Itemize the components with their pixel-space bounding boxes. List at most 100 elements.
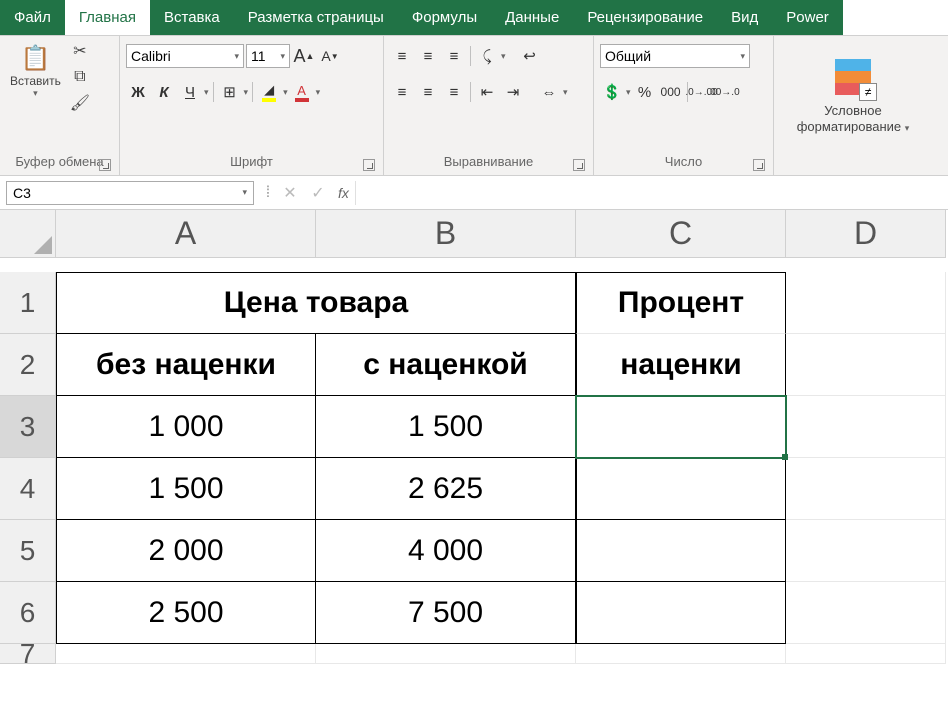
cell-c5[interactable] [576,520,786,582]
cell-a3[interactable]: 1 000 [56,396,316,458]
dialog-launcher-icon[interactable] [573,159,585,171]
font-size-select[interactable]: 11▾ [246,44,290,68]
tab-review[interactable]: Рецензирование [573,0,717,35]
orientation-button[interactable]: ⤹ [475,44,499,68]
chevron-down-icon[interactable]: ▾ [204,87,209,98]
row-header-4[interactable]: 4 [0,458,56,520]
cell-c4[interactable] [576,458,786,520]
select-all-corner[interactable] [0,210,56,258]
column-header-d[interactable]: D [786,210,946,258]
italic-button[interactable]: К [152,80,176,104]
cell-d5[interactable] [786,520,946,582]
formula-input[interactable] [355,181,948,205]
cell-a6[interactable]: 2 500 [56,582,316,644]
tab-formulas[interactable]: Формулы [398,0,491,35]
brush-icon: 🖌 [70,93,90,113]
align-middle-button[interactable]: ≡ [416,44,440,68]
decrease-font-button[interactable]: A▼ [318,44,342,68]
cell-c3[interactable] [576,396,786,458]
conditional-formatting-icon [835,59,871,95]
wrap-text-button[interactable]: ↩ [518,44,542,68]
check-icon: ✓ [311,185,324,202]
dialog-launcher-icon[interactable] [99,159,111,171]
tab-power[interactable]: Power [772,0,843,35]
cell-a7[interactable] [56,644,316,664]
row-header-7[interactable]: 7 [0,644,56,664]
cell-c2[interactable]: наценки [576,334,786,396]
copy-icon: ⧉ [74,68,85,86]
row-header-1[interactable]: 1 [0,272,56,334]
cell-c6[interactable] [576,582,786,644]
cell-d7[interactable] [786,644,946,664]
fx-icon[interactable]: fx [332,185,355,201]
cell-d1[interactable] [786,272,946,334]
conditional-formatting-button[interactable]: Условное форматирование ▾ [793,101,914,136]
font-color-button[interactable]: A [290,80,314,104]
number-format-select[interactable]: Общий▾ [600,44,750,68]
column-header-c[interactable]: C [576,210,786,258]
cell-b5[interactable]: 4 000 [316,520,576,582]
cell-b6[interactable]: 7 500 [316,582,576,644]
cell-d2[interactable] [786,334,946,396]
tab-view[interactable]: Вид [717,0,772,35]
increase-font-button[interactable]: A▲ [292,44,316,68]
cell-d6[interactable] [786,582,946,644]
paste-button[interactable]: 📋 Вставить ▾ [6,40,65,101]
percent-button[interactable]: % [633,80,657,104]
row-header-3[interactable]: 3 [0,396,56,458]
align-right-button[interactable]: ≡ [442,80,466,104]
align-center-button[interactable]: ≡ [416,80,440,104]
tab-home[interactable]: Главная [65,0,150,35]
grip-icon[interactable]: ⁞ [260,184,276,202]
cell-c1[interactable]: Процент [576,272,786,334]
fill-color-button[interactable]: ◢ [257,80,281,104]
accounting-format-button[interactable]: 💲 [600,80,624,104]
tab-insert[interactable]: Вставка [150,0,234,35]
cell-a4[interactable]: 1 500 [56,458,316,520]
enter-button[interactable]: ✓ [304,183,332,203]
font-name-select[interactable]: Calibri▾ [126,44,244,68]
cell-a5[interactable]: 2 000 [56,520,316,582]
cell-c7[interactable] [576,644,786,664]
cell-d4[interactable] [786,458,946,520]
cell-b4[interactable]: 2 625 [316,458,576,520]
row-header-5[interactable]: 5 [0,520,56,582]
cancel-button[interactable]: ✕ [276,183,304,203]
chevron-down-icon[interactable]: ▾ [283,87,288,98]
format-painter-button[interactable]: 🖌 [69,92,91,114]
tab-data[interactable]: Данные [491,0,573,35]
chevron-down-icon[interactable]: ▾ [626,87,631,98]
dialog-launcher-icon[interactable] [363,159,375,171]
chevron-down-icon[interactable]: ▾ [244,87,249,98]
underline-button[interactable]: Ч [178,80,202,104]
cell-b2[interactable]: с наценкой [316,334,576,396]
cell-b3[interactable]: 1 500 [316,396,576,458]
dialog-launcher-icon[interactable] [753,159,765,171]
comma-button[interactable]: 000 [659,80,683,104]
cell-a2[interactable]: без наценки [56,334,316,396]
cell-b7[interactable] [316,644,576,664]
tab-page-layout[interactable]: Разметка страницы [234,0,398,35]
chevron-down-icon[interactable]: ▾ [316,87,321,98]
name-box[interactable]: C3▾ [6,181,254,205]
align-left-button[interactable]: ≡ [390,80,414,104]
tab-file[interactable]: Файл [0,0,65,35]
cell-a1-merged[interactable]: Цена товара [56,272,576,334]
cut-button[interactable]: ✂ [69,40,91,62]
chevron-down-icon[interactable]: ▾ [563,87,568,98]
increase-indent-button[interactable]: ⇥ [501,80,525,104]
row-header-6[interactable]: 6 [0,582,56,644]
column-header-a[interactable]: A [56,210,316,258]
merge-button[interactable]: ⇔ [537,80,561,104]
bold-button[interactable]: Ж [126,80,150,104]
row-header-2[interactable]: 2 [0,334,56,396]
decrease-indent-button[interactable]: ⇤ [475,80,499,104]
align-top-button[interactable]: ≡ [390,44,414,68]
chevron-down-icon[interactable]: ▾ [501,51,506,62]
copy-button[interactable]: ⧉ [69,66,91,88]
cell-d3[interactable] [786,396,946,458]
decrease-decimal-button[interactable]: .00→.0 [714,82,734,102]
align-bottom-button[interactable]: ≡ [442,44,466,68]
borders-button[interactable]: ⊞ [218,80,242,104]
column-header-b[interactable]: B [316,210,576,258]
